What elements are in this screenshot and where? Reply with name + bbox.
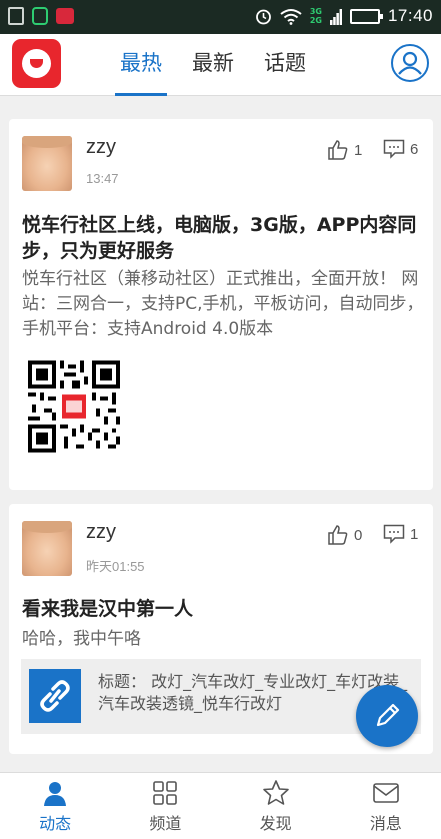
like-button[interactable]: 0	[327, 524, 362, 546]
comment-icon	[383, 139, 405, 159]
app-notification-icon	[56, 8, 74, 24]
nav-messages[interactable]: 消息	[331, 773, 441, 839]
tab-latest[interactable]: 最新	[192, 34, 234, 96]
signal-icon	[329, 8, 342, 25]
thumbs-up-icon	[328, 140, 348, 160]
qr-code-image[interactable]	[28, 360, 120, 453]
logo-face-icon	[22, 49, 51, 78]
nav-discover[interactable]: 发现	[221, 773, 331, 839]
nav-label: 动态	[39, 814, 72, 833]
user-profile-button[interactable]	[391, 44, 429, 82]
star-icon	[262, 780, 289, 805]
like-count: 1	[354, 141, 363, 159]
pencil-icon	[376, 703, 400, 727]
wifi-icon	[280, 8, 302, 25]
app-logo[interactable]	[12, 39, 61, 88]
nav-channels[interactable]: 频道	[110, 773, 220, 839]
thumbs-up-icon	[328, 525, 348, 545]
like-button[interactable]: 1	[327, 139, 362, 161]
lock-icon	[32, 7, 48, 25]
post-title[interactable]: 悦车行社区上线，电脑版，3G版，APP内容同步，只为更好服务	[22, 212, 422, 264]
top-nav: 最热 最新 话题	[0, 34, 441, 96]
person-icon	[44, 782, 67, 806]
comment-count: 6	[410, 140, 419, 158]
link-icon	[29, 669, 81, 723]
notification-icons	[8, 7, 74, 25]
bottom-nav: 动态 频道 发现 消息	[0, 772, 441, 839]
user-icon	[398, 51, 422, 75]
tab-hot[interactable]: 最热	[115, 34, 167, 96]
nav-dynamic[interactable]: 动态	[0, 773, 110, 839]
mail-icon	[373, 783, 399, 803]
author-name[interactable]: zzy	[86, 521, 116, 544]
notification-icon	[8, 7, 24, 25]
post-body[interactable]: 哈哈，我中午咯	[22, 627, 427, 652]
post-time: 13:47	[86, 171, 119, 186]
author-name[interactable]: zzy	[86, 136, 116, 159]
post-body[interactable]: 悦车行社区（兼移动社区）正式推出，全面开放！ 网站：三网合一，支持PC,手机，平…	[22, 267, 427, 342]
nav-label: 发现	[259, 814, 292, 833]
post-feed[interactable]: zzy 13:47 1 6 悦车行社区上线，电脑版，3G版，APP内容同步，只为…	[0, 96, 441, 772]
system-indicators: 3G 2G 17:40	[255, 6, 433, 26]
nav-label: 消息	[369, 814, 402, 833]
tab-topics[interactable]: 话题	[264, 34, 306, 96]
clock: 17:40	[387, 6, 433, 25]
alarm-icon	[255, 9, 271, 24]
battery-icon	[349, 8, 383, 24]
feed-tabs: 最热 最新 话题	[115, 34, 336, 96]
like-count: 0	[354, 526, 363, 544]
comment-button[interactable]: 6	[383, 139, 418, 159]
comment-icon	[383, 524, 405, 544]
avatar[interactable]	[22, 136, 72, 191]
compose-button[interactable]	[356, 685, 418, 747]
post-time: 昨天01:55	[86, 559, 145, 574]
nav-label: 频道	[149, 814, 182, 833]
network-type: 3G 2G	[309, 7, 322, 25]
comment-button[interactable]: 1	[383, 524, 418, 544]
status-bar: 3G 2G 17:40	[0, 0, 441, 34]
post-card[interactable]: zzy 13:47 1 6 悦车行社区上线，电脑版，3G版，APP内容同步，只为…	[9, 119, 433, 490]
grid-icon	[153, 781, 178, 805]
post-title[interactable]: 看来我是汉中第一人	[22, 596, 422, 622]
avatar[interactable]	[22, 521, 72, 576]
comment-count: 1	[410, 525, 419, 543]
